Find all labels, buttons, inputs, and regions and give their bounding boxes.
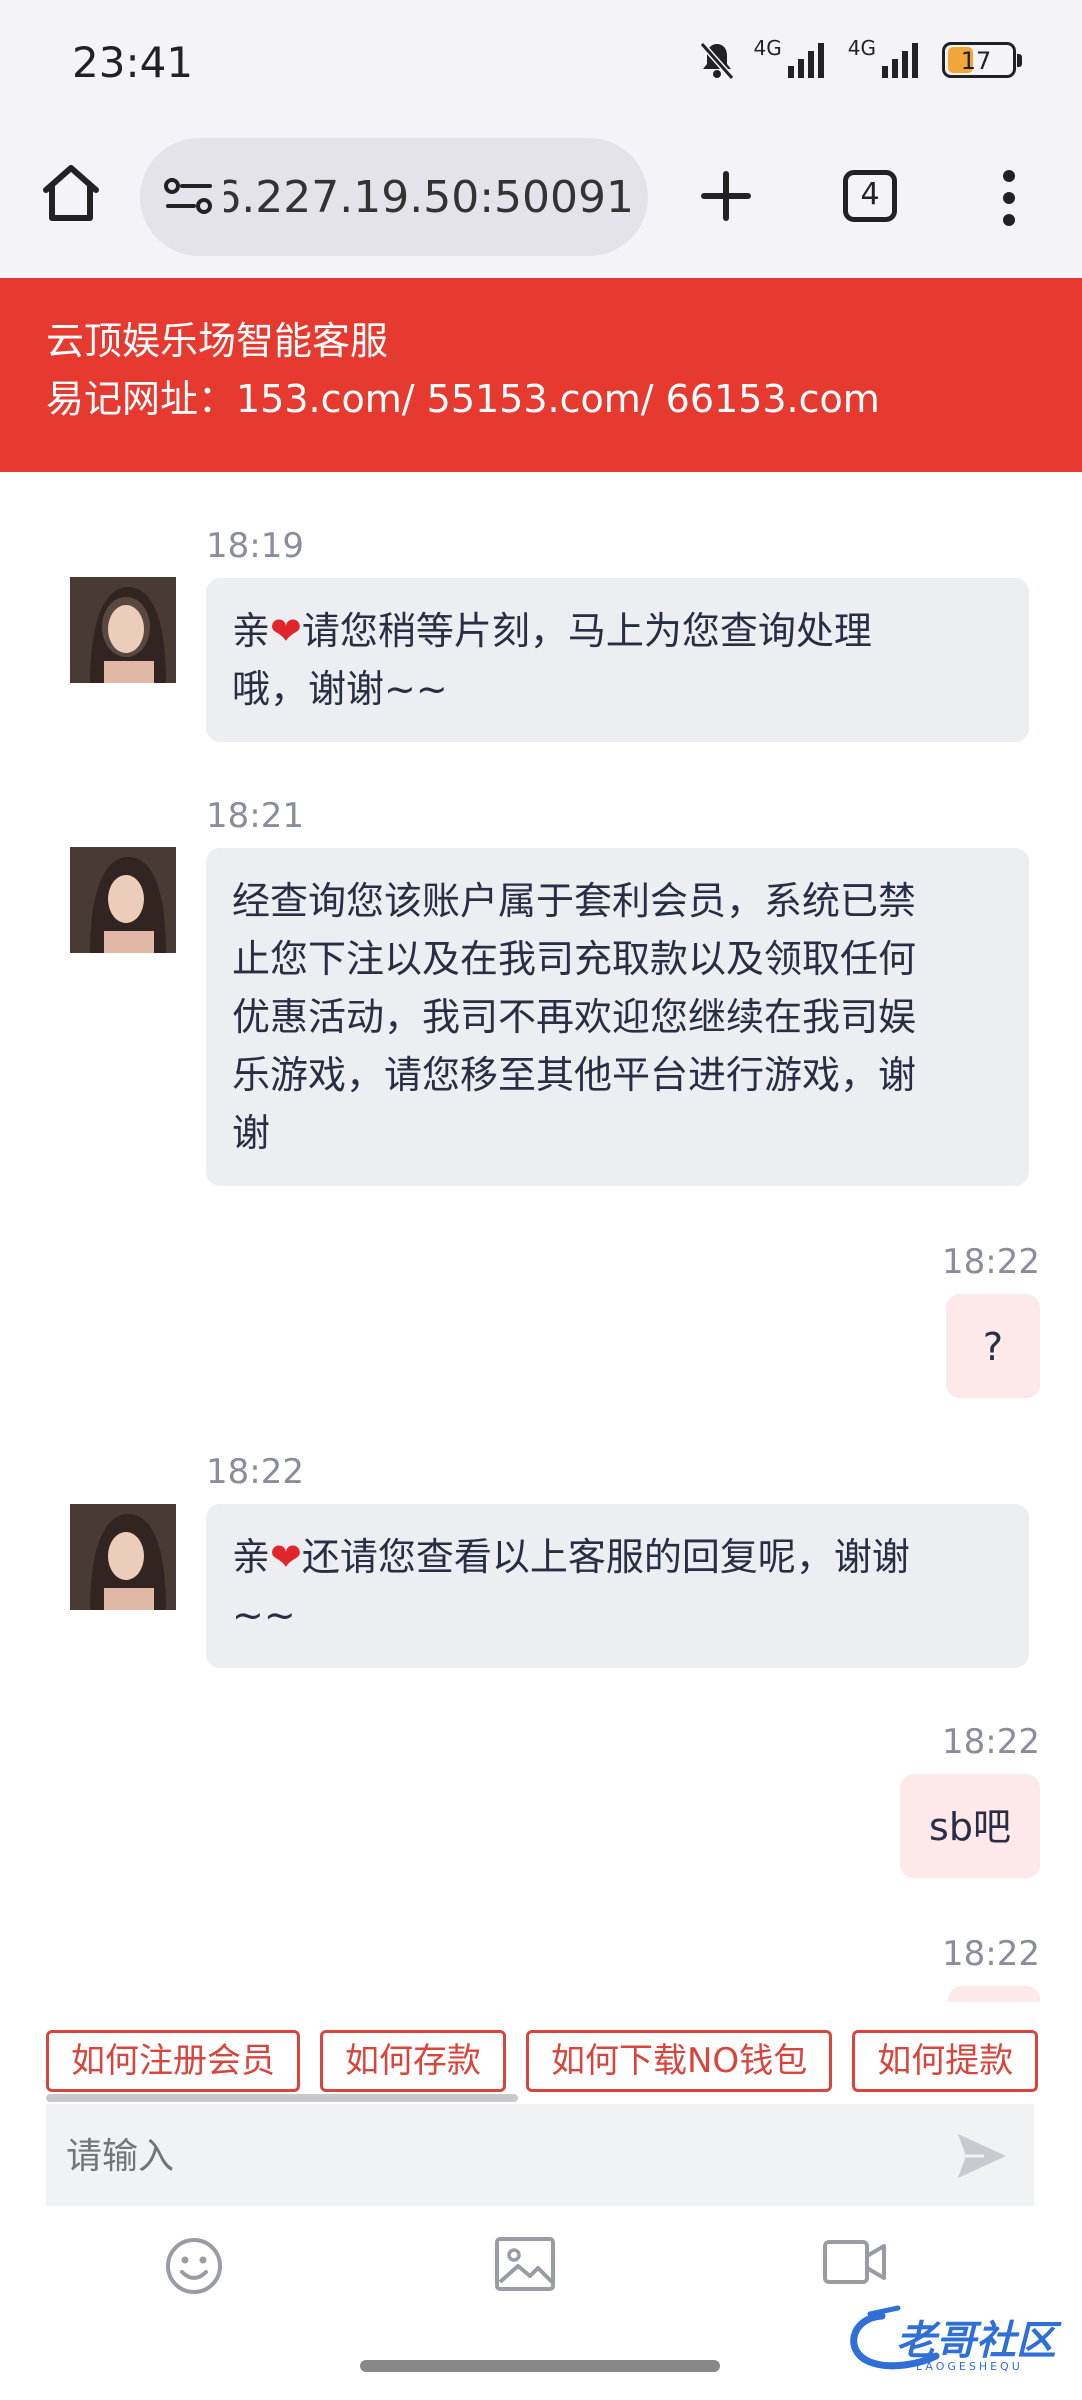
banner-urls: 易记网址：153.com/ 55153.com/ 66153.com [46, 377, 880, 421]
home-icon[interactable] [38, 160, 104, 226]
message-line: ~~ [232, 1593, 296, 1637]
message-input-bar [46, 2104, 1034, 2206]
message-line: 哦，谢谢~~ [232, 667, 448, 711]
signal-icon [787, 43, 824, 78]
message-line: 经查询您该账户属于套利会员，系统已禁 [232, 879, 917, 923]
image-icon[interactable] [494, 2236, 556, 2292]
message-bubble-agent: 亲❤还请您查看以上客服的回复呢，谢谢 ~~ [206, 1504, 1029, 1668]
video-icon[interactable] [822, 2236, 888, 2288]
watermark-subtext: LAOGESHEQU [916, 2360, 1023, 2373]
browser-toolbar: 56.227.19.50:50091 4 [0, 130, 1082, 278]
heart-icon: ❤ [270, 1535, 302, 1579]
chat-area[interactable]: 18:19 亲❤请您稍等片刻，马上为您查询处理 哦，谢谢~~ 18:21 经查询… [0, 472, 1082, 2002]
message-bubble-user: ? [946, 1294, 1040, 1398]
clock: 23:41 [72, 38, 194, 87]
message-line: 乐游戏，请您移至其他平台进行游戏，谢 [232, 1053, 917, 1097]
quick-reply-download-wallet[interactable]: 如何下载NO钱包 [526, 2030, 833, 2092]
home-indicator[interactable] [360, 2360, 720, 2372]
message-time: 18:22 [942, 1242, 1040, 1282]
quick-reply-register[interactable]: 如何注册会员 [46, 2030, 300, 2092]
tab-switcher-button[interactable]: 4 [843, 170, 897, 222]
status-bar: 23:41 4G 4G 17 [0, 0, 1082, 130]
message-time: 18:21 [206, 796, 304, 836]
avatar [70, 577, 176, 683]
battery-icon: 17 [942, 42, 1022, 78]
quick-reply-scrollbar[interactable] [46, 2094, 518, 2102]
new-tab-icon[interactable] [700, 170, 752, 222]
watermark-text: 老哥社区 [896, 2318, 1056, 2364]
message-line: 止您下注以及在我司充取款以及领取任何 [232, 937, 917, 981]
quick-reply-deposit[interactable]: 如何存款 [320, 2030, 506, 2092]
message-bubble-user: sb吧 [900, 1774, 1040, 1878]
message-line: 亲❤还请您查看以上客服的回复呢，谢谢 [232, 1535, 910, 1579]
message-bubble-agent: 亲❤请您稍等片刻，马上为您查询处理 哦，谢谢~~ [206, 578, 1029, 742]
header-banner: 云顶娱乐场智能客服 易记网址：153.com/ 55153.com/ 66153… [0, 278, 1082, 472]
bell-muted-icon [699, 42, 734, 80]
message-input[interactable] [66, 2126, 926, 2186]
avatar [70, 847, 176, 953]
heart-icon: ❤ [270, 609, 302, 653]
address-bar[interactable]: 56.227.19.50:50091 [140, 138, 648, 256]
message-time: 18:22 [942, 1722, 1040, 1762]
signal-icon-2 [882, 43, 918, 78]
emoji-icon[interactable] [164, 2236, 224, 2296]
message-line: 亲❤请您稍等片刻，马上为您查询处理 [232, 609, 872, 653]
network-label-1: 4G [753, 36, 782, 60]
message-time: 18:22 [942, 1934, 1040, 1974]
message-bubble-agent: 经查询您该账户属于套利会员，系统已禁 止您下注以及在我司充取款以及领取任何 优惠… [206, 848, 1029, 1186]
network-label-2: 4G [847, 36, 876, 60]
message-bubble-user [948, 1986, 1040, 2002]
quick-reply-bar: 如何注册会员 如何存款 如何下载NO钱包 如何提款 [46, 2030, 1082, 2096]
site-settings-icon[interactable] [164, 176, 214, 218]
avatar [70, 1504, 176, 1610]
message-time: 18:19 [206, 526, 304, 566]
quick-reply-withdraw[interactable]: 如何提款 [852, 2030, 1039, 2092]
message-line: 优惠活动，我司不再欢迎您继续在我司娱 [232, 995, 917, 1039]
url-text[interactable]: 56.227.19.50:50091 [224, 172, 634, 223]
send-icon[interactable] [954, 2128, 1010, 2184]
message-time: 18:22 [206, 1452, 304, 1492]
status-icons: 4G 4G 17 [698, 36, 1022, 80]
banner-title: 云顶娱乐场智能客服 [46, 319, 389, 363]
battery-level: 17 [960, 47, 992, 75]
message-line: 谢 [232, 1111, 271, 1155]
more-menu-icon[interactable] [996, 168, 1022, 228]
watermark-logo: 老哥社区 LAOGESHEQU [840, 2300, 1070, 2380]
